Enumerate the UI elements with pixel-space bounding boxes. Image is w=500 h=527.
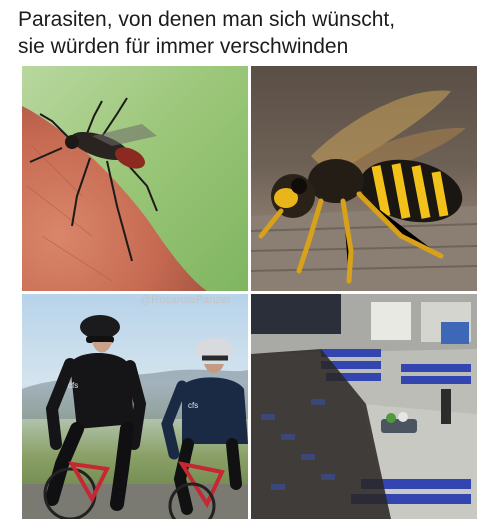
jersey-logo-left: cfs [68,381,78,390]
mosquito-photo [22,66,248,291]
jersey-logo-right: cfs [188,401,198,410]
cyclists-photo: cfs cfs [22,294,248,519]
wasp-photo [251,66,477,291]
parliament-photo [251,294,477,519]
photo-grid: cfs cfs @RosarotePanzer [0,0,500,527]
watermark: @RosarotePanzer [140,294,231,306]
